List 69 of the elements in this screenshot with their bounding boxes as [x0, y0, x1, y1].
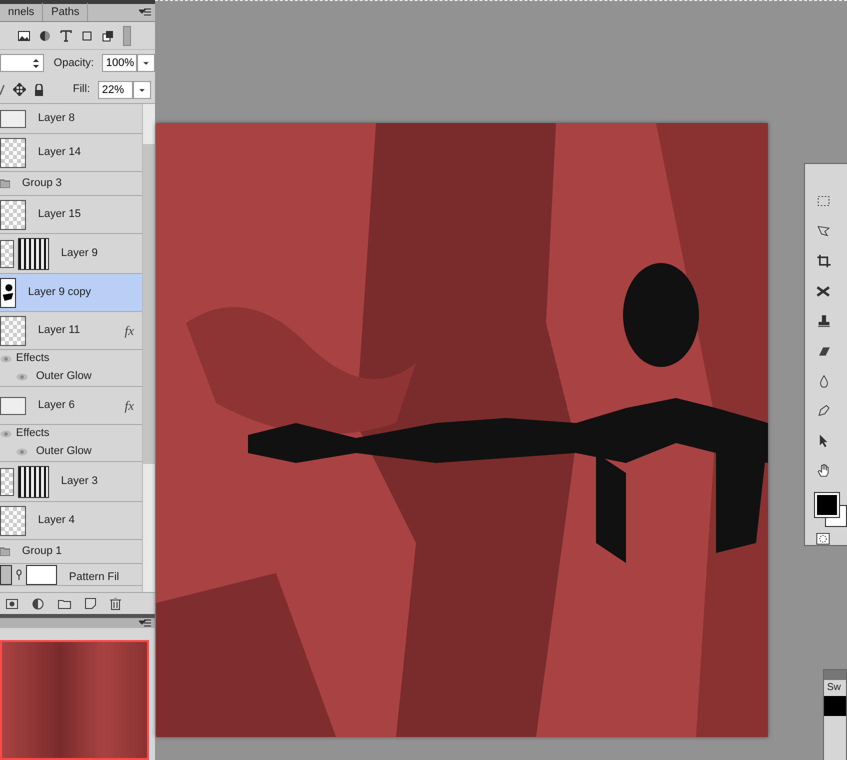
effects-label: Effects [16, 426, 50, 442]
effects-label: Effects [16, 351, 50, 366]
layer-name: Pattern Fil [69, 570, 120, 584]
layer-name: Layer 6 [38, 398, 75, 414]
stepper-icon [32, 58, 39, 68]
stamp-icon[interactable] [815, 314, 833, 329]
filter-toggle[interactable] [123, 26, 131, 46]
transform-icon[interactable] [81, 30, 93, 42]
layer-thumbnail [0, 396, 26, 414]
swatch-row [824, 696, 846, 716]
adjustment-icon[interactable] [32, 598, 44, 610]
layer-name: Layer 15 [38, 207, 81, 222]
group-name: Group 3 [22, 176, 62, 192]
opacity-field[interactable]: 100% [102, 54, 137, 72]
layer-thumbnail [0, 200, 26, 230]
panel-menu-icon[interactable] [139, 619, 151, 627]
quick-mask-icon[interactable] [815, 533, 831, 546]
folder-icon [0, 547, 10, 556]
folder-icon[interactable] [58, 598, 71, 608]
scrollbar-thumb[interactable] [143, 144, 155, 464]
blend-mode-dropdown[interactable] [0, 54, 44, 72]
layer-thumbnail [0, 506, 26, 536]
layer-mask-thumbnail [18, 238, 49, 270]
brush-icon[interactable] [0, 84, 5, 94]
effect-label: Outer Glow [36, 444, 92, 460]
layer-mask-thumbnail [26, 564, 57, 584]
panel-tab[interactable]: nnels [0, 3, 44, 21]
layer-thumbnail [0, 316, 26, 346]
fill-label: Fill: [72, 82, 90, 98]
layer-row[interactable]: Pattern Fil [0, 564, 142, 586]
layer-row[interactable]: Layer 9 copy [0, 274, 142, 312]
layer-name: Layer 9 copy [28, 285, 91, 300]
fx-label: fx [124, 322, 134, 340]
fill-field[interactable]: 22% [98, 80, 133, 98]
layer-name: Layer 14 [38, 145, 81, 160]
smart-object-icon[interactable] [102, 30, 114, 42]
lock-icon[interactable] [34, 84, 44, 96]
layer-thumbnail [0, 278, 16, 308]
layer-name: Layer 4 [38, 513, 75, 528]
layer-name: Layer 8 [38, 111, 75, 126]
layer-thumbnail [0, 240, 14, 268]
opacity-label: Opacity: [54, 56, 94, 71]
move-arrows-icon[interactable] [13, 83, 26, 96]
panel-tab[interactable]: Sw [824, 680, 846, 696]
folder-icon [0, 179, 10, 188]
layer-thumbnail [0, 564, 12, 584]
panel-tab[interactable]: Paths [43, 3, 88, 21]
effect-label: Outer Glow [36, 369, 92, 384]
half-circle-icon[interactable] [39, 30, 51, 42]
group-name: Group 1 [22, 544, 62, 560]
layer-mask-thumbnail [18, 466, 49, 498]
text-type-icon[interactable] [60, 30, 72, 42]
mask-icon[interactable] [6, 598, 18, 608]
panel-header [824, 670, 846, 680]
crop-icon[interactable] [815, 254, 833, 269]
foreground-color-swatch[interactable] [815, 493, 839, 518]
chain-link-icon [16, 568, 22, 580]
layer-thumbnail [0, 110, 26, 128]
layer-name: Layer 9 [61, 246, 98, 262]
fx-label: fx [124, 396, 134, 415]
layer-name: Layer 3 [61, 474, 98, 490]
image-icon[interactable] [18, 30, 30, 40]
layer-thumbnail [0, 468, 14, 496]
layer-thumbnail [0, 138, 26, 168]
panel-menu-icon[interactable] [139, 8, 151, 16]
new-layer-icon[interactable] [85, 598, 96, 609]
layer-name: Layer 11 [38, 323, 80, 338]
scrollbar-track[interactable] [142, 104, 155, 592]
trash-icon[interactable] [110, 598, 121, 610]
